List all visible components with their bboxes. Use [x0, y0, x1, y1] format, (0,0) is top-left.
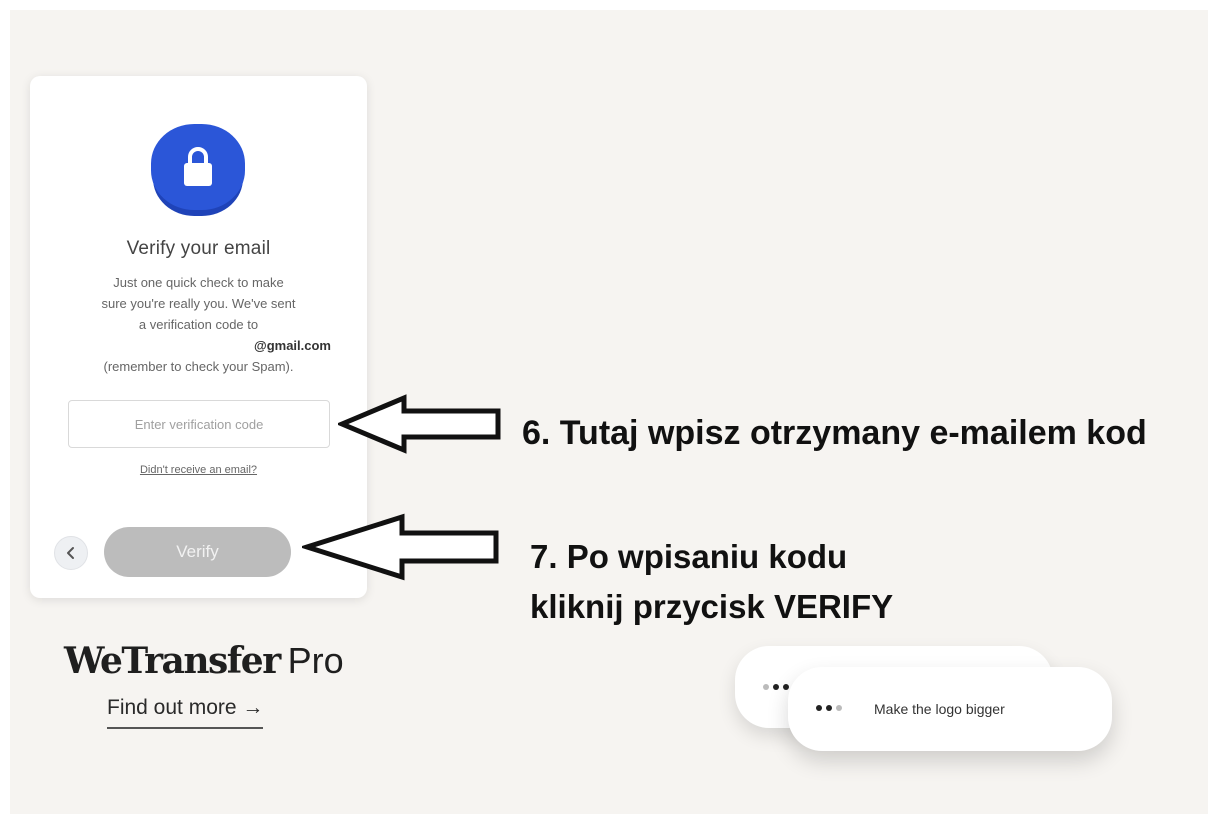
description-line: sure you're really you. We've sent	[101, 296, 296, 311]
spam-note: (remember to check your Spam).	[103, 359, 294, 374]
description-line: a verification code to	[138, 317, 259, 332]
step-7-annotation: 7. Po wpisaniu kodu kliknij przycisk VER…	[530, 532, 893, 632]
dialog-description: Just one quick check to make sure you're…	[66, 272, 331, 377]
step-7-line-1: 7. Po wpisaniu kodu	[530, 538, 848, 575]
verification-code-input[interactable]	[68, 400, 330, 448]
typing-dots-icon	[763, 684, 789, 690]
brand-tier: Pro	[287, 640, 344, 681]
recipient-email: @gmail.com	[254, 338, 331, 353]
find-out-more-link[interactable]: Find out more →	[107, 696, 264, 729]
resend-email-link[interactable]: Didn't receive an email?	[30, 464, 367, 476]
dialog-title: Verify your email	[126, 238, 271, 259]
chevron-left-icon	[67, 547, 74, 559]
step-6-annotation: 6. Tutaj wpisz otrzymany e-mailem kod	[522, 414, 1147, 452]
chat-bubble: Make the logo bigger	[788, 667, 1112, 751]
back-button[interactable]	[54, 536, 88, 570]
padlock-icon	[151, 124, 245, 210]
brand-name: WeTransfer	[64, 640, 281, 682]
step-7-line-2: kliknij przycisk VERIFY	[530, 588, 894, 625]
description-line: Just one quick check to make	[113, 275, 284, 290]
verify-button[interactable]: Verify	[104, 527, 291, 577]
chat-bubble-text: Make the logo bigger	[874, 701, 1005, 717]
arrow-left-icon	[338, 394, 501, 454]
typing-dots-icon	[816, 705, 842, 711]
arrow-left-icon	[302, 513, 499, 581]
wetransfer-pro-logo: WeTransfer Pro	[64, 640, 344, 682]
